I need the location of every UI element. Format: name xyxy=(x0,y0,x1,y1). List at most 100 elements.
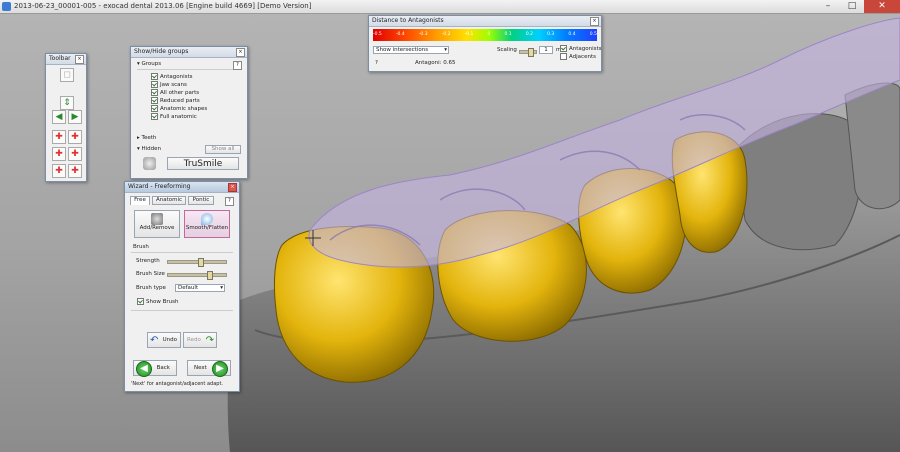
move-right-icon[interactable]: ▶ xyxy=(68,110,82,124)
rotate-up-icon[interactable]: ⇕ xyxy=(60,96,74,110)
distance-header: Distance to Antagonists × xyxy=(369,16,601,27)
brush-type-select[interactable]: Default ▾ xyxy=(175,284,225,292)
brush-type-value: Default xyxy=(178,285,199,291)
scale-tick: 0 xyxy=(487,32,491,37)
checkbox[interactable] xyxy=(560,45,567,52)
redo-button[interactable]: Redo ↷ xyxy=(183,332,217,348)
toolbar-panel: Toolbar × ◻ ⇕ ◀ ▶ ✚ ✚ ✚ ✚ ✚ ✚ xyxy=(45,53,87,182)
close-icon[interactable]: × xyxy=(228,183,237,192)
close-icon[interactable]: × xyxy=(590,17,599,26)
axis-tool-icon[interactable]: ✚ xyxy=(68,147,82,161)
back-arrow-icon: ◀ xyxy=(136,361,152,377)
scaling-slider[interactable] xyxy=(519,48,537,57)
scale-tick: 0.5 xyxy=(589,32,597,37)
minimize-button[interactable]: – xyxy=(816,0,840,13)
wizard-title: Wizard - Freeforming xyxy=(128,183,191,190)
axis-tool-icon[interactable]: ✚ xyxy=(52,164,66,178)
help-icon[interactable]: ? xyxy=(225,197,234,206)
trusmile-button[interactable]: TruSmile xyxy=(167,157,239,170)
scaling-input[interactable]: 1 xyxy=(539,46,553,54)
group-item[interactable]: Reduced parts xyxy=(151,97,200,104)
brush-size-slider[interactable] xyxy=(167,271,227,280)
distance-panel: Distance to Antagonists × -0.5 -0.4 -0.3 … xyxy=(368,15,602,72)
group-item[interactable]: Full anatomic xyxy=(151,113,197,120)
scale-tick: 0.4 xyxy=(568,32,576,37)
scale-tick: -0.5 xyxy=(373,32,382,37)
close-icon[interactable]: × xyxy=(236,48,245,57)
tooth-tool-icon[interactable]: ◻ xyxy=(60,68,74,82)
close-button[interactable]: ✕ xyxy=(864,0,900,13)
back-label: Back xyxy=(156,365,170,371)
hidden-section[interactable]: ▾ Hidden xyxy=(137,146,161,152)
axis-tool-icon[interactable]: ✚ xyxy=(52,147,66,161)
app-icon xyxy=(2,2,11,11)
next-label: Next xyxy=(194,365,207,371)
brush-type-label: Brush type xyxy=(136,285,166,291)
tab-anatomic[interactable]: Anatomic xyxy=(152,196,186,205)
checkbox[interactable] xyxy=(151,73,158,80)
checkbox[interactable] xyxy=(151,105,158,112)
scale-tick: -0.4 xyxy=(395,32,405,37)
undo-button[interactable]: ↶ Undo xyxy=(147,332,181,348)
move-left-icon[interactable]: ◀ xyxy=(52,110,66,124)
show-brush-option[interactable]: Show Brush xyxy=(137,298,178,305)
group-item-label: Antagonists xyxy=(160,74,193,80)
window-titlebar: 2013-06-23_00001-005 - exocad dental 201… xyxy=(0,0,900,14)
maximize-button[interactable]: □ xyxy=(840,0,864,13)
scale-tick: 0.3 xyxy=(547,32,555,37)
scaling-label: Scaling xyxy=(497,47,517,53)
teeth-section[interactable]: ▸ Teeth xyxy=(137,135,156,141)
group-item[interactable]: All other parts xyxy=(151,89,199,96)
checkbox[interactable] xyxy=(560,53,567,60)
brush-section-label: Brush xyxy=(133,244,149,250)
scale-tick: -0.1 xyxy=(464,32,474,37)
checkbox[interactable] xyxy=(137,298,144,305)
next-button[interactable]: Next ▶ xyxy=(187,360,231,377)
antagonists-option[interactable]: Antagonists xyxy=(560,45,602,52)
tab-free[interactable]: Free xyxy=(130,196,150,205)
smooth-flatten-button[interactable]: Smooth/Flatten xyxy=(184,210,230,238)
window-title: 2013-06-23_00001-005 - exocad dental 201… xyxy=(14,2,312,10)
undo-icon: ↶ xyxy=(150,335,159,346)
wizard-header: Wizard - Freeforming × xyxy=(125,182,239,193)
groups-header: Show/Hide groups × xyxy=(131,47,247,58)
group-item[interactable]: Anatomic shapes xyxy=(151,105,207,112)
help-icon[interactable]: ? xyxy=(375,60,378,66)
next-arrow-icon: ▶ xyxy=(212,361,228,377)
tab-pontic[interactable]: Pontic xyxy=(188,196,214,205)
checkbox[interactable] xyxy=(151,113,158,120)
tooth-icon xyxy=(143,157,156,170)
scale-tick: -0.2 xyxy=(441,32,451,37)
checkbox[interactable] xyxy=(151,81,158,88)
close-icon[interactable]: × xyxy=(75,55,84,64)
group-item[interactable]: Antagonists xyxy=(151,73,193,80)
back-button[interactable]: ◀ Back xyxy=(133,360,177,377)
checkbox[interactable] xyxy=(151,97,158,104)
slider-thumb[interactable] xyxy=(528,48,534,57)
slider-thumb[interactable] xyxy=(207,271,213,280)
hidden-label: Hidden xyxy=(141,146,162,152)
redo-label: Redo xyxy=(187,337,201,343)
group-item[interactable]: Jaw scans xyxy=(151,81,187,88)
toolbar-title: Toolbar xyxy=(49,55,71,62)
groups-section[interactable]: ▾ Groups xyxy=(137,61,237,70)
checkbox[interactable] xyxy=(151,89,158,96)
axis-tool-icon[interactable]: ✚ xyxy=(52,130,66,144)
strength-slider[interactable] xyxy=(167,258,227,267)
slider-thumb[interactable] xyxy=(198,258,204,267)
antagonists-label: Antagonists xyxy=(569,46,602,52)
display-mode-value: Show intersections xyxy=(376,47,429,53)
axis-tool-icon[interactable]: ✚ xyxy=(68,164,82,178)
adjacents-option[interactable]: Adjacents xyxy=(560,53,596,60)
scale-tick: 0.2 xyxy=(525,32,533,37)
group-item-label: Reduced parts xyxy=(160,98,200,104)
display-mode-select[interactable]: Show intersections ▾ xyxy=(373,46,449,54)
distance-status: Antagoni: 0.65 xyxy=(415,60,456,66)
group-item-label: Full anatomic xyxy=(160,114,197,120)
distance-title: Distance to Antagonists xyxy=(372,17,444,24)
show-all-button[interactable]: Show all xyxy=(205,145,241,154)
axis-tool-icon[interactable]: ✚ xyxy=(68,130,82,144)
help-icon[interactable]: ? xyxy=(233,61,242,70)
teeth-label: Teeth xyxy=(141,135,157,141)
add-remove-button[interactable]: Add/Remove xyxy=(134,210,180,238)
